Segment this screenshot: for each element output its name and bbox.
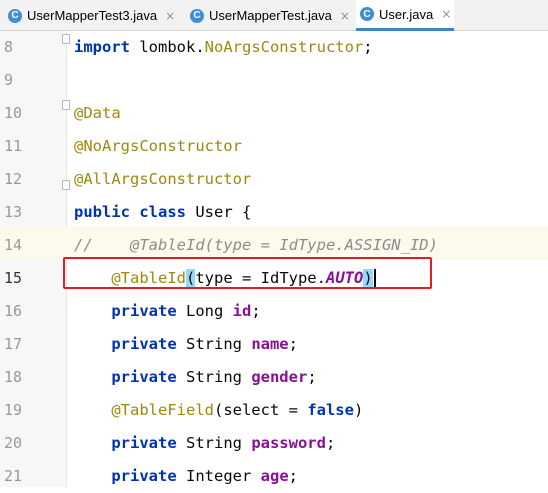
line-number: 19 — [4, 401, 23, 419]
line-number: 11 — [4, 137, 23, 155]
code-token: private — [111, 434, 177, 452]
code-token: String — [176, 335, 252, 353]
code-token: ; — [307, 368, 317, 386]
code-token: String — [176, 434, 252, 452]
code-token: id — [232, 302, 252, 320]
tab-usermappertest3[interactable]: C UserMapperTest3.java × — [8, 0, 190, 31]
code-line[interactable]: private Integer age; — [74, 460, 298, 493]
code-token: Long — [176, 302, 233, 320]
java-class-icon: C — [360, 7, 374, 21]
close-icon[interactable]: × — [340, 9, 350, 23]
code-token: name — [251, 335, 289, 353]
line-number: 14 — [4, 236, 23, 254]
java-class-icon: C — [8, 8, 22, 23]
code-token: public — [74, 203, 130, 221]
annotation-highlight-box — [63, 257, 432, 289]
line-number: 9 — [4, 71, 14, 89]
line-number: 8 — [4, 38, 14, 56]
code-token: ) — [353, 401, 364, 419]
code-token: ; — [251, 302, 261, 320]
code-token: private — [111, 302, 177, 320]
code-token: Integer — [176, 467, 261, 485]
code-line[interactable]: @TableField(select = false) — [74, 394, 363, 427]
code-token: NoArgsConstructor — [204, 38, 364, 56]
code-line[interactable]: public class User { — [74, 196, 251, 229]
code-token: ; — [325, 434, 336, 452]
tab-usermappertest[interactable]: C UserMapperTest.java × — [190, 0, 356, 31]
code-token: (select = — [213, 401, 308, 419]
tab-user-java[interactable]: C User.java × — [356, 0, 454, 31]
line-number: 17 — [4, 335, 23, 353]
code-token: @Data — [74, 104, 121, 122]
line-number: 16 — [4, 302, 23, 320]
code-token: ; — [288, 467, 298, 485]
code-line[interactable]: private Long id; — [74, 295, 261, 328]
code-token: User { — [186, 203, 252, 221]
code-token: gender — [251, 368, 308, 386]
code-line[interactable]: private String gender; — [74, 361, 317, 394]
tab-label: User.java — [379, 6, 434, 22]
line-number: 10 — [4, 104, 23, 122]
code-token: ; — [363, 38, 373, 56]
code-token: @TableField — [111, 401, 214, 419]
editor-tab-bar: C UserMapperTest3.java × C UserMapperTes… — [0, 0, 548, 31]
fold-marker-icon[interactable] — [62, 180, 70, 190]
line-number: 12 — [4, 170, 23, 188]
code-line[interactable]: private String name; — [74, 328, 298, 361]
code-token: age — [260, 467, 289, 485]
line-number: 18 — [4, 368, 23, 386]
fold-marker-icon[interactable] — [62, 100, 70, 110]
code-line[interactable]: private String password; — [74, 427, 335, 460]
code-token: false — [307, 401, 354, 419]
code-token: private — [111, 335, 177, 353]
code-line[interactable]: @AllArgsConstructor — [74, 163, 251, 196]
code-line[interactable]: import lombok.NoArgsConstructor; — [74, 31, 373, 64]
code-token: ; — [288, 335, 298, 353]
code-token: @AllArgsConstructor — [74, 170, 252, 188]
code-token: lombok. — [130, 38, 205, 56]
line-number: 21 — [4, 467, 23, 485]
line-number: 15 — [4, 269, 23, 287]
tab-label: UserMapperTest.java — [209, 8, 332, 23]
code-line[interactable]: @Data — [74, 97, 121, 130]
code-token: class — [139, 203, 187, 221]
code-line[interactable]: @NoArgsConstructor — [74, 130, 242, 163]
code-token: private — [111, 368, 177, 386]
fold-marker-icon[interactable] — [62, 34, 70, 44]
java-class-icon: C — [190, 8, 204, 23]
line-number: 20 — [4, 434, 23, 452]
code-token: import — [74, 38, 130, 56]
close-icon[interactable]: × — [165, 9, 175, 23]
code-token: password — [251, 434, 326, 452]
code-token: @NoArgsConstructor — [74, 137, 242, 155]
line-number: 13 — [4, 203, 23, 221]
tab-label: UserMapperTest3.java — [27, 8, 158, 23]
code-token: String — [176, 368, 252, 386]
close-icon[interactable]: × — [441, 7, 451, 21]
code-token: private — [111, 467, 177, 485]
code-token: // @TableId(type = IdType.ASSIGN_ID) — [74, 236, 438, 254]
